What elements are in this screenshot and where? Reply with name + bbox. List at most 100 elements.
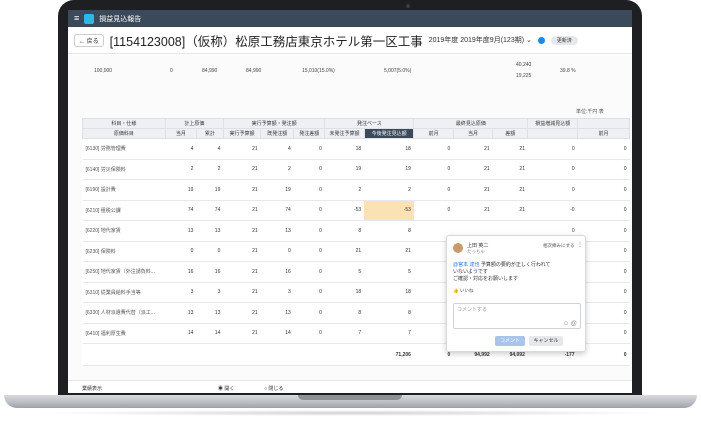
table-cell[interactable]: 18 (364, 138, 414, 160)
unit-label: 単位:千円 表 (576, 109, 604, 115)
column-header[interactable]: 当月 (164, 128, 197, 139)
table-row[interactable]: [6130] 労務管理費 4 4 21 4 0 18 18 0 21 21 0 0 (82, 138, 630, 160)
group-header-row: 科目・仕様 計上原価 実行予算額・発注額 発注ベース 最終見込原価 損益増減見込… (82, 118, 630, 129)
column-header[interactable]: 前月 (413, 128, 454, 139)
table-cell: 14 (260, 323, 294, 344)
table-cell: 21 (223, 302, 261, 324)
table-cell: 0 (577, 200, 630, 221)
table-cell[interactable]: 7 (364, 323, 414, 344)
more-icon[interactable]: ⋮ (577, 241, 583, 248)
column-header[interactable] (527, 128, 579, 139)
table-cell: 19 (260, 179, 294, 201)
sub-header-row: 原価科目 当月 累計 実行予算額 既発注額 発注差額 未発注予算額 今後発注見込… (82, 128, 630, 139)
submit-comment-button[interactable]: コメント (495, 336, 525, 346)
footer-bar: 業績表示 ◉ 開く ○ 閉じる (68, 380, 632, 393)
table-cell: -53 (324, 200, 365, 221)
table-cell: 21 (223, 323, 261, 344)
table-cell: 21 (223, 241, 261, 262)
total-cell: 71,206 (364, 343, 414, 366)
table-cell: 21 (223, 282, 261, 303)
table-row[interactable]: [6190] 設計費 19 19 21 19 0 2 2 0 21 21 0 0 (82, 179, 630, 201)
table-cell[interactable]: 21 (364, 241, 414, 262)
comment-action[interactable]: 相次挿みにする (543, 243, 575, 249)
table-cell: 21 (492, 159, 528, 180)
laptop-shadow (30, 410, 671, 416)
radio-open[interactable]: ◉ 開く (218, 385, 234, 392)
app-screen: ≡ 損益見込報告 ← 戻る [1154123008]（仮称）松原工務店東京ホテル… (68, 10, 632, 393)
table-cell[interactable]: 8 (364, 220, 414, 242)
summary-value: 15,010(15.0%) (302, 68, 335, 74)
table-cell: 14 (196, 323, 224, 344)
column-header[interactable]: 今後発注見込額 (363, 128, 415, 139)
table-cell: 13 (165, 302, 197, 324)
table-cell[interactable]: 5 (364, 261, 414, 283)
column-header[interactable]: 当月 (452, 128, 494, 139)
table-cell[interactable]: 19 (364, 159, 414, 180)
column-header[interactable]: 前月 (577, 128, 630, 139)
table-cell: 13 (260, 302, 294, 324)
total-cell (82, 343, 166, 366)
table-cell: 0 (293, 302, 325, 324)
table-cell: 21 (453, 200, 493, 221)
table-cell: 13 (196, 220, 224, 242)
emoji-icon[interactable]: ☺ @ (563, 321, 577, 327)
fiscal-period-select[interactable]: 2019年度 2019年度9月(123期) ⌄ (429, 35, 532, 45)
group-header: 実行予算額・発注額 (222, 118, 326, 129)
table-cell: 0 (293, 241, 325, 262)
column-header[interactable]: 未発注予算額 (324, 128, 365, 139)
column-header[interactable]: 累計 (195, 128, 224, 139)
table-cell[interactable]: 18 (364, 282, 414, 303)
table-cell: 21 (492, 179, 528, 201)
table-cell: 2 (260, 159, 294, 180)
info-icon[interactable] (537, 36, 545, 44)
row-label: [6140] 労災保険料 (82, 159, 166, 180)
table-cell: 16 (260, 261, 294, 283)
table-cell: 13 (196, 302, 224, 324)
column-header[interactable]: 既発注額 (260, 128, 295, 139)
like-button[interactable]: 👍 いいね (453, 288, 473, 294)
summary-value: 39.8 % (560, 68, 576, 74)
laptop-notch (298, 395, 402, 400)
table-cell: 0 (527, 179, 578, 201)
table-cell: 8 (324, 302, 365, 324)
comment-input[interactable]: コメントする (453, 303, 581, 329)
table-cell[interactable]: -53 (364, 200, 414, 221)
table-cell: 74 (260, 200, 294, 221)
table-cell: 0 (413, 200, 454, 221)
table-cell: 0 (293, 200, 325, 221)
summary-value: 84,990 (246, 68, 262, 74)
column-header[interactable]: 発注差額 (293, 128, 326, 139)
table-cell: 21 (453, 159, 493, 180)
table-cell[interactable]: 2 (364, 179, 414, 201)
table-cell: 0 (293, 282, 325, 303)
row-label: [6230] 保険料 (82, 241, 166, 262)
radio-close[interactable]: ○ 閉じる (264, 385, 283, 392)
group-header: 損益増減見込額 (527, 118, 579, 129)
comment-body: @宮本 達也 予算額の要約が正しく行われて いないようです ご確認・対応をお願い… (453, 262, 551, 282)
table-cell: 19 (165, 179, 197, 201)
group-header: 計上原価 (164, 118, 224, 129)
main-content: 100,000 0 84,990 84,990 15,010(15.0%) 5,… (68, 54, 632, 393)
back-button[interactable]: ← 戻る (74, 33, 104, 47)
table-cell: 7 (324, 323, 365, 344)
table-cell: 21 (223, 261, 261, 283)
summary-value: 100,000 (94, 68, 113, 74)
column-header[interactable]: 実行予算額 (222, 128, 262, 139)
table-row[interactable]: [6140] 労災保険料 2 2 21 2 0 19 19 0 21 21 0 0 (82, 159, 630, 180)
column-header[interactable]: 差額 (492, 128, 529, 139)
app-title: 損益見込報告 (99, 15, 142, 23)
table-cell: 2 (324, 179, 365, 201)
table-cell: 0 (413, 179, 454, 201)
table-cell: 3 (260, 282, 294, 303)
table-cell: 5 (324, 261, 365, 283)
table-cell: 4 (165, 138, 197, 160)
table-cell[interactable]: 8 (364, 302, 414, 324)
cancel-button[interactable]: キャンセル (529, 336, 563, 346)
menu-icon[interactable]: ≡ (74, 14, 79, 23)
table-row[interactable]: [6210] 租税公課 74 74 21 74 0 -53 -53 0 21 21 -0 0 (82, 200, 630, 221)
row-label: [6310] 従業員給料手当等 (82, 282, 166, 303)
summary-value: 19,225 (516, 73, 532, 79)
mention-link[interactable]: @宮本 達也 (453, 262, 479, 268)
table-cell: 3 (196, 282, 224, 303)
column-header[interactable]: 原価科目 (82, 128, 166, 139)
